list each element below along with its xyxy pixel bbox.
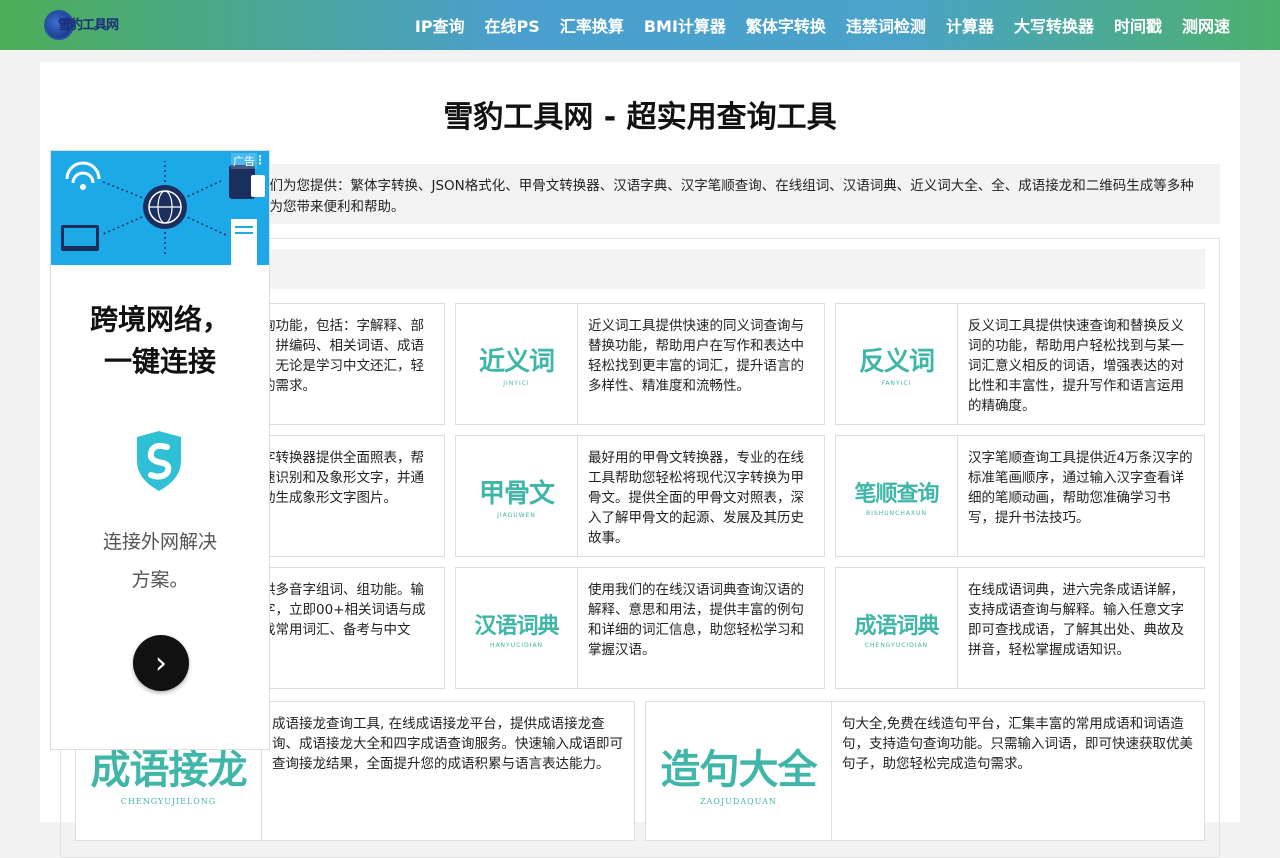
site-logo[interactable]: 雪豹工具网 [44,8,124,42]
tool-thumb-title: 反义词 [858,347,935,377]
tool-card-sentence-making[interactable]: 造句大全 ZAOJUDAQUAN 句大全,免费在线造句平台，汇集丰富的常用成语和… [645,701,1205,841]
tool-thumb-title: 汉语词典 [474,613,559,639]
tool-thumb-pinyin: BISHUNCHAXUN [866,509,927,517]
tool-description: 最好用的甲骨文转换器，专业的在线工具帮助您轻松将现代汉字转换为甲骨文。提供全面的… [588,450,804,546]
nav-speed-test[interactable]: 测网速 [1172,13,1240,37]
ad-network-illustration: 广告 ⋮ [51,151,269,265]
tool-description: 成语接龙查询工具, 在线成语接龙平台，提供成语接龙查询、成语接龙大全和四字成语查… [272,716,623,772]
tool-description: 汉字笔顺查询工具提供近4万条汉字的标准笔画顺序，通过输入汉字查看详细的笔顺动画，… [968,450,1193,526]
nav-exchange-rate[interactable]: 汇率换算 [550,13,634,37]
nav-uppercase-convert[interactable]: 大写转换器 [1004,13,1104,37]
nav-traditional-convert[interactable]: 繁体字转换 [736,13,836,37]
shield-logo-icon [133,431,185,491]
ad-headline-text: 跨境网络，一键连接 [89,303,230,378]
tool-description: 句大全,免费在线造句平台，汇集丰富的常用成语和词语造句，支持造句查询功能。只需输… [842,716,1193,772]
tool-thumb-pinyin: FANYICI [881,380,912,387]
tool-thumb: 造句大全 ZAOJUDAQUAN [646,702,832,840]
tool-thumb: 反义词 FANYICI [836,304,958,424]
tool-card-chinese-dictionary[interactable]: 汉语词典 HANYUCIDIAN 使用我们的在线汉语词典查询汉语的解释、意思和用… [455,567,825,689]
tool-thumb-pinyin: CHENGYUCIDIAN [864,641,929,649]
tool-card-antonyms[interactable]: 反义词 FANYICI 反义词工具提供快速查询和替换反义词的功能，帮助用户轻松找… [835,303,1205,425]
ad-subtext: 连接外网解决方案。 [51,523,269,599]
nav-ip-query[interactable]: IP查询 [405,13,475,37]
tool-thumb-pinyin: JINYICI [503,380,530,387]
tool-description: 反义词工具提供快速查询和替换反义词的功能，帮助用户轻松找到与某一词汇意义相反的词… [968,318,1184,414]
tool-thumb-title: 甲骨文 [478,479,555,509]
tool-thumb-title: 笔顺查询 [854,481,939,507]
nav-bmi-calculator[interactable]: BMI计算器 [634,13,736,37]
tool-thumb-pinyin: CHENGYUJIELONG [120,796,217,806]
tool-card-oracle-bone[interactable]: 甲骨文 JIAGUWEN 最好用的甲骨文转换器，专业的在线工具帮助您轻松将现代汉… [455,435,825,557]
tool-thumb-pinyin: ZAOJUDAQUAN [700,796,777,806]
ad-headline: 跨境网络，一键连接 [51,299,269,383]
nav-timestamp[interactable]: 时间戳 [1104,13,1172,37]
ad-banner[interactable]: 广告 ⋮ 跨境网络，一键连接 连接外网解决方案。 › [50,150,270,750]
top-navbar: 雪豹工具网 IP查询 在线PS 汇率换算 BMI计算器 繁体字转换 违禁词检测 … [0,0,1280,50]
ad-arrow-button[interactable]: › [133,635,189,691]
page-title: 雪豹工具网 - 超实用查询工具 [443,100,837,135]
logo-text: 雪豹工具网 [58,18,119,33]
tool-thumb-pinyin: JIAGUWEN [497,512,536,519]
tool-description: 在线成语词典，进六完条成语详解，支持成语查询与解释。输入任意文字即可查找成语，了… [968,582,1184,658]
tool-thumb: 成语词典 CHENGYUCIDIAN [836,568,958,688]
tool-thumb-title: 造句大全 [660,746,818,793]
tool-thumb-title: 近义词 [478,347,555,377]
nav-online-ps[interactable]: 在线PS [475,13,550,37]
tool-thumb: 汉语词典 HANYUCIDIAN [456,568,578,688]
tool-thumb: 近义词 JINYICI [456,304,578,424]
main-nav: IP查询 在线PS 汇率换算 BMI计算器 繁体字转换 违禁词检测 计算器 大写… [405,0,1240,50]
chevron-right-icon: › [155,645,167,681]
tool-card-stroke-order[interactable]: 笔顺查询 BISHUNCHAXUN 汉字笔顺查询工具提供近4万条汉字的标准笔画顺… [835,435,1205,557]
ad-more-options-icon[interactable]: ⋮ [254,153,266,167]
tool-card-idiom-dictionary[interactable]: 成语词典 CHENGYUCIDIAN 在线成语词典，进六完条成语详解，支持成语查… [835,567,1205,689]
tool-thumb: 甲骨文 JIAGUWEN [456,436,578,556]
ad-subtext-text: 连接外网解决方案。 [102,531,217,591]
tool-thumb-title: 成语词典 [854,613,939,639]
tool-description: 使用我们的在线汉语词典查询汉语的解释、意思和用法，提供丰富的例句和详细的词汇信息… [588,582,804,658]
nav-calculator[interactable]: 计算器 [936,13,1004,37]
tool-card-synonyms[interactable]: 近义词 JINYICI 近义词工具提供快速的同义词查询与替换功能，帮助用户在写作… [455,303,825,425]
tool-thumb: 笔顺查询 BISHUNCHAXUN [836,436,958,556]
tool-thumb-pinyin: HANYUCIDIAN [489,641,544,649]
nav-banned-words[interactable]: 违禁词检测 [836,13,936,37]
tool-description: 近义词工具提供快速的同义词查询与替换功能，帮助用户在写作和表达中轻松找到更丰富的… [588,318,804,394]
